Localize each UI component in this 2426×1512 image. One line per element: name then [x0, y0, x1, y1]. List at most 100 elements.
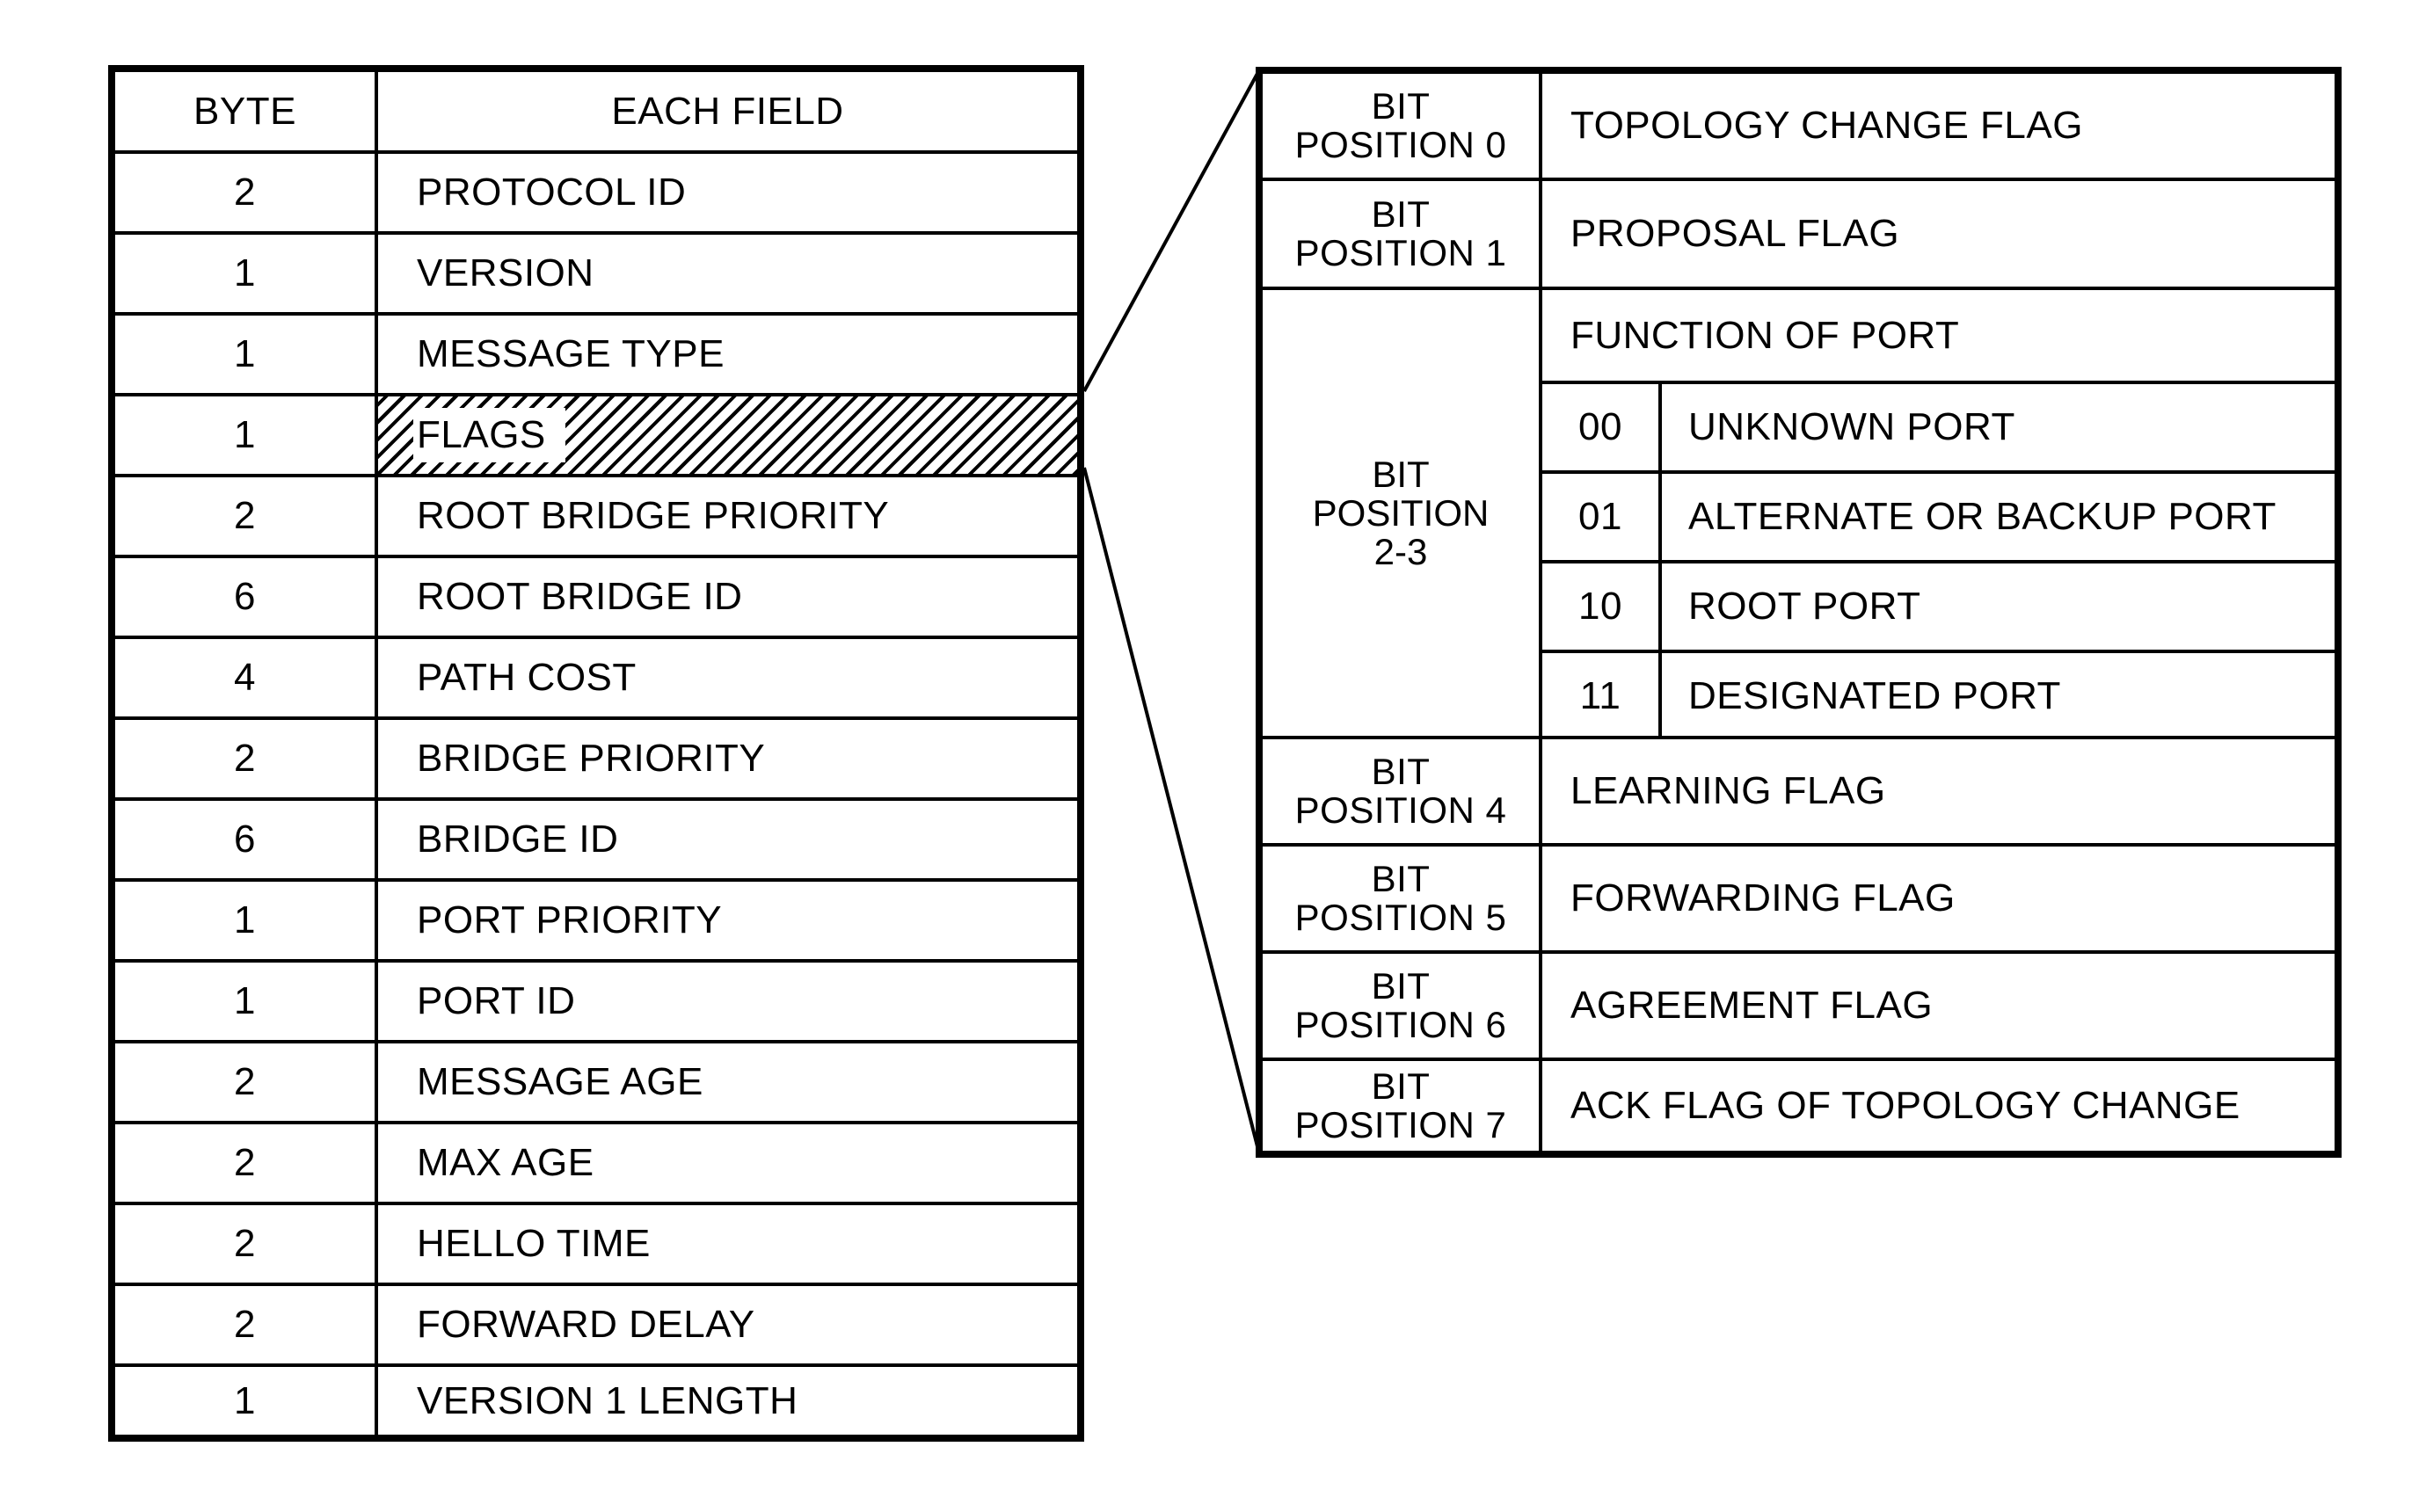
bit-row-port-function: BIT POSITION 2-3 FUNCTION OF PORT 00 UNK… — [1263, 287, 2335, 739]
port-code-row: 00 UNKNOWN PORT — [1542, 381, 2335, 470]
flags-bit-table: BIT POSITION 0 TOPOLOGY CHANGE FLAG BIT … — [1256, 67, 2342, 1158]
bit-position-cell: BIT POSITION 5 — [1263, 847, 1542, 950]
table-row: 6 BRIDGE ID — [115, 797, 1077, 878]
field-cell: FORWARD DELAY — [417, 1303, 755, 1346]
byte-cell: 2 — [115, 477, 378, 555]
table-row: 1 PORT PRIORITY — [115, 878, 1077, 959]
bit-label: BIT — [1371, 85, 1431, 127]
bit-description: PROPOSAL FLAG — [1570, 212, 1900, 255]
bit-position-label: POSITION 5 — [1294, 897, 1507, 938]
table-row: 6 ROOT BRIDGE ID — [115, 555, 1077, 636]
bit-label: BIT — [1371, 965, 1431, 1007]
table-row: 2 PROTOCOL ID — [115, 150, 1077, 231]
port-code-description: ROOT PORT — [1688, 585, 1921, 628]
byte-cell: 2 — [115, 720, 378, 797]
field-cell: MESSAGE TYPE — [417, 332, 725, 375]
bit-row: BIT POSITION 0 TOPOLOGY CHANGE FLAG — [1263, 74, 2335, 178]
port-code: 01 — [1542, 474, 1662, 560]
byte-cell: 1 — [115, 963, 378, 1040]
table-row: 2 MAX AGE — [115, 1121, 1077, 1202]
table-row: 1 MESSAGE TYPE — [115, 312, 1077, 393]
table-row: 2 BRIDGE PRIORITY — [115, 716, 1077, 797]
bpdu-field-table: BYTE EACH FIELD 2 PROTOCOL ID 1 VERSION … — [108, 65, 1084, 1442]
port-code-description: UNKNOWN PORT — [1688, 405, 2015, 448]
bit-position-label: POSITION 0 — [1294, 124, 1507, 165]
table-row: 1 VERSION 1 LENGTH — [115, 1363, 1077, 1435]
byte-cell: 1 — [115, 882, 378, 959]
byte-cell: 2 — [115, 1286, 378, 1363]
table-row: 2 ROOT BRIDGE PRIORITY — [115, 474, 1077, 555]
field-cell: PORT ID — [417, 979, 576, 1022]
bit-row: BIT POSITION 6 AGREEMENT FLAG — [1263, 950, 2335, 1058]
bit-description: FUNCTION OF PORT — [1570, 313, 1960, 357]
byte-cell: 2 — [115, 1043, 378, 1121]
bit-label: BIT — [1371, 1065, 1431, 1107]
table-row: 2 MESSAGE AGE — [115, 1040, 1077, 1121]
bit-description: FORWARDING FLAG — [1570, 876, 1956, 920]
bit-position-cell: BIT POSITION 1 — [1263, 181, 1542, 287]
field-cell: BRIDGE ID — [417, 818, 619, 861]
field-cell: MAX AGE — [417, 1141, 594, 1184]
field-cell: ROOT BRIDGE ID — [417, 575, 743, 618]
field-cell: PROTOCOL ID — [417, 171, 687, 214]
table-row: 2 HELLO TIME — [115, 1202, 1077, 1283]
field-cell: HELLO TIME — [417, 1222, 651, 1265]
table-row-flags: 1 FLAGS — [115, 393, 1077, 474]
bit-description: LEARNING FLAG — [1570, 769, 1886, 812]
port-function-header: FUNCTION OF PORT — [1542, 290, 2335, 381]
byte-cell: 4 — [115, 639, 378, 716]
byte-cell: 2 — [115, 1124, 378, 1202]
port-code: 00 — [1542, 384, 1662, 470]
bit-description: AGREEMENT FLAG — [1570, 984, 1934, 1027]
port-code: 10 — [1542, 563, 1662, 650]
field-cell: ROOT BRIDGE PRIORITY — [417, 494, 890, 537]
port-code-row: 11 DESIGNATED PORT — [1542, 650, 2335, 739]
bit-position-label: POSITION 6 — [1294, 1004, 1507, 1045]
header-byte: BYTE — [115, 72, 378, 150]
port-code-row: 10 ROOT PORT — [1542, 560, 2335, 650]
bit-label: BIT — [1371, 751, 1431, 792]
field-cell: MESSAGE AGE — [417, 1060, 703, 1103]
connector-line-top — [1082, 69, 1261, 392]
field-label: FLAGS — [413, 408, 565, 462]
field-cell: VERSION 1 LENGTH — [417, 1378, 798, 1422]
byte-cell: 1 — [115, 396, 378, 474]
byte-cell: 2 — [115, 154, 378, 231]
byte-cell: 1 — [115, 1367, 378, 1435]
bit-position-label: POSITION 1 — [1294, 232, 1507, 273]
byte-cell: 1 — [115, 316, 378, 393]
bit-label: BIT — [1372, 453, 1430, 495]
bit-position-label: POSITION 4 — [1294, 789, 1507, 831]
bit-position-cell: BIT POSITION 0 — [1263, 74, 1542, 178]
table-row: 2 FORWARD DELAY — [115, 1283, 1077, 1363]
port-code-description: DESIGNATED PORT — [1688, 674, 2061, 717]
port-code: 11 — [1542, 653, 1662, 739]
bit-row: BIT POSITION 1 PROPOSAL FLAG — [1263, 178, 2335, 287]
byte-cell: 1 — [115, 235, 378, 312]
bit-row: BIT POSITION 7 ACK FLAG OF TOPOLOGY CHAN… — [1263, 1058, 2335, 1151]
byte-cell: 2 — [115, 1205, 378, 1283]
field-cell: PORT PRIORITY — [417, 898, 723, 941]
header-each-field: EACH FIELD — [611, 89, 844, 133]
byte-cell: 6 — [115, 558, 378, 636]
bit-label: BIT — [1371, 858, 1431, 899]
bit-position-cell: BIT POSITION 2-3 — [1263, 290, 1542, 736]
bit-description: TOPOLOGY CHANGE FLAG — [1570, 104, 2083, 147]
table-row: 1 PORT ID — [115, 959, 1077, 1040]
field-cell: PATH COST — [417, 656, 637, 699]
bit-position-cell: BIT POSITION 4 — [1263, 739, 1542, 843]
bit-label: BIT — [1371, 193, 1431, 235]
table-header-row: BYTE EACH FIELD — [115, 72, 1077, 150]
flags-field-cell-hatched: FLAGS — [378, 396, 1077, 474]
bit-position-label: POSITION — [1312, 491, 1490, 534]
bit-row: BIT POSITION 5 FORWARDING FLAG — [1263, 843, 2335, 950]
bit-description: ACK FLAG OF TOPOLOGY CHANGE — [1570, 1084, 2240, 1127]
field-cell: BRIDGE PRIORITY — [417, 737, 766, 780]
bit-position-cell: BIT POSITION 7 — [1263, 1061, 1542, 1151]
bit-range-label: 2-3 — [1373, 530, 1428, 572]
bit-position-label: POSITION 7 — [1294, 1104, 1507, 1145]
bit-position-cell: BIT POSITION 6 — [1263, 954, 1542, 1058]
byte-cell: 6 — [115, 801, 378, 878]
port-code-description: ALTERNATE OR BACKUP PORT — [1688, 495, 2277, 538]
port-code-row: 01 ALTERNATE OR BACKUP PORT — [1542, 470, 2335, 560]
